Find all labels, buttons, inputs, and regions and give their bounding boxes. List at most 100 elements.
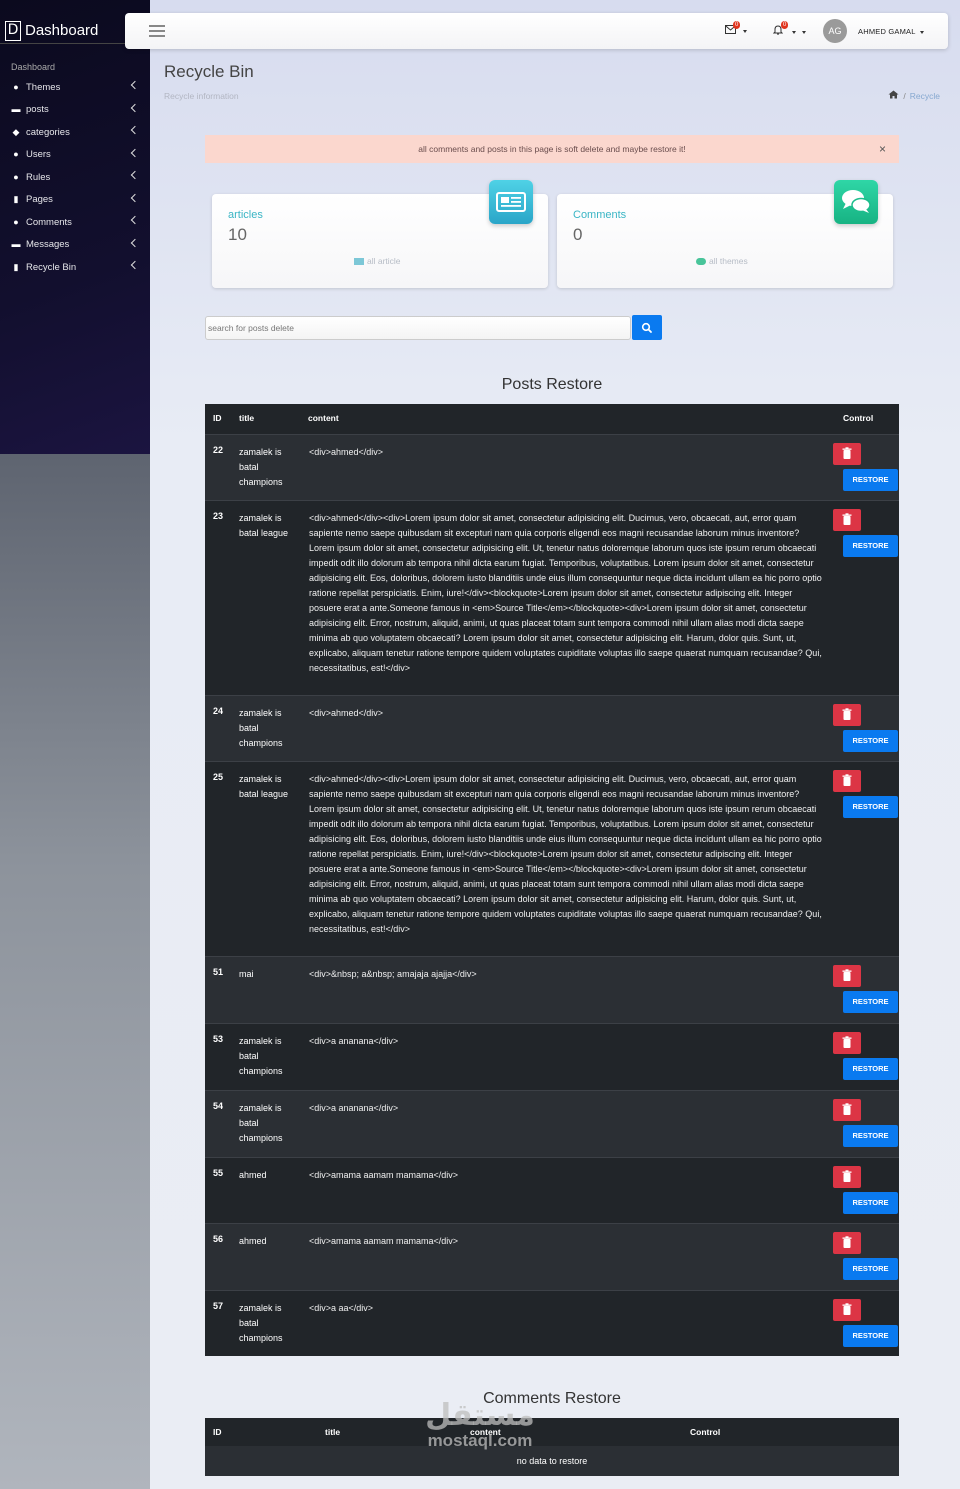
brand[interactable]: D Dashboard (0, 0, 144, 44)
sidebar-item-label: Themes (26, 81, 61, 93)
sidebar-item-themes[interactable]: ● Themes (0, 76, 150, 99)
trash-icon (842, 447, 852, 459)
comments-restore-title: Comments Restore (483, 1390, 621, 1407)
sidebar-item-label: Messages (26, 239, 70, 251)
sidebar-item-label: Comments (26, 216, 72, 228)
user-menu[interactable]: AHMED GAMAL (858, 27, 924, 36)
chevron-left-icon (130, 238, 140, 247)
delete-button[interactable] (833, 704, 861, 726)
mail-dropdown[interactable]: 0 (725, 21, 748, 37)
sidebar-item-label: categories (26, 126, 70, 138)
row-content: <div>amama aamam mamama</div> (309, 1236, 459, 1246)
trash-icon: ▮ (13, 261, 19, 272)
sidebar-item-pages[interactable]: ▮ Pages (0, 189, 150, 212)
row-title: zamalek is batal champions (239, 1036, 283, 1076)
restore-button[interactable]: RESTORE (843, 1192, 898, 1214)
trash-icon (842, 774, 852, 786)
delete-button[interactable] (833, 1032, 861, 1054)
search-button[interactable] (632, 315, 662, 340)
restore-button[interactable]: RESTORE (843, 796, 898, 818)
comments-footer-label: all themes (709, 256, 748, 266)
chevron-left-icon (130, 80, 140, 90)
restore-button[interactable]: RESTORE (843, 991, 898, 1013)
sidebar-item-messages[interactable]: ▬ Messages (0, 234, 150, 257)
user-name: AHMED GAMAL (858, 27, 916, 36)
trash-icon (842, 969, 852, 981)
restore-button[interactable]: RESTORE (843, 1058, 898, 1080)
table-row: 53 zamalek is batal champions <div>a anana… (205, 1023, 899, 1090)
row-id: 53 (213, 1034, 224, 1044)
row-title: zamalek is batal champions (239, 1103, 283, 1143)
breadcrumb-current[interactable]: Recycle (910, 91, 940, 101)
sidebar-item-label: posts (26, 104, 49, 116)
delete-button[interactable] (833, 965, 861, 987)
alert-message: all comments and posts in this page is s… (418, 144, 686, 154)
articles-footer-label: all article (367, 256, 401, 266)
articles-card-title: articles (228, 209, 263, 221)
sidebar-item-posts[interactable]: ▬ posts (0, 99, 150, 122)
row-id: 51 (213, 967, 224, 977)
page-subtitle: Recycle information (164, 91, 239, 101)
menu-toggle-icon[interactable] (149, 25, 165, 37)
posts-restore-title: Posts Restore (501, 376, 603, 393)
user-avatar[interactable]: AG (823, 19, 847, 43)
sidebar-item-comments[interactable]: ● Comments (0, 211, 150, 234)
table-row: 54 zamalek is batal champions <div>a anana… (205, 1090, 899, 1157)
delete-button[interactable] (833, 1099, 861, 1121)
row-title: zamalek is batal league (239, 774, 289, 799)
brand-logo: D (5, 20, 21, 41)
restore-button[interactable]: RESTORE (843, 469, 898, 491)
sidebar-item-recycle-bin[interactable]: ▮ Recycle Bin (0, 256, 150, 279)
sidebar-item-categories[interactable]: ◆ categories (0, 121, 150, 144)
file-icon: ▮ (13, 194, 19, 205)
restore-button[interactable]: RESTORE (843, 1125, 898, 1147)
delete-button[interactable] (833, 509, 861, 531)
trash-icon (842, 708, 852, 720)
row-id: 55 (213, 1168, 224, 1178)
row-id: 24 (213, 706, 224, 716)
table-row: 23 zamalek is batal league <div>ahmed</div… (205, 500, 899, 695)
empty-state: no data to restore (205, 1446, 899, 1476)
notifications-dropdown[interactable]: 0 (772, 21, 807, 38)
sidebar-item-users[interactable]: ● Users (0, 144, 150, 167)
page-title: Recycle Bin (164, 62, 254, 81)
delete-button[interactable] (833, 443, 861, 465)
delete-button[interactable] (833, 1299, 861, 1321)
trash-icon (842, 513, 852, 525)
comments-card-footer[interactable]: all themes (696, 256, 748, 266)
home-icon[interactable] (888, 90, 899, 102)
chevron-left-icon (130, 103, 140, 112)
delete-button[interactable] (833, 770, 861, 792)
tags-icon: ◆ (12, 126, 20, 137)
sidebar-item-rules[interactable]: ● Rules (0, 166, 150, 189)
sidebar-lower-area (0, 454, 150, 1489)
row-content: <div>ahmed</div> (309, 708, 384, 718)
row-id: 23 (213, 511, 224, 521)
restore-button[interactable]: RESTORE (843, 535, 898, 557)
articles-card: articles 10 all article (212, 180, 548, 288)
articles-card-footer[interactable]: all article (354, 256, 401, 266)
trash-icon (842, 1103, 852, 1115)
row-title: zamalek is batal champions (239, 708, 283, 748)
sidebar-item-label: Pages (26, 194, 53, 206)
watermark-latin: mostaql.com (427, 1431, 533, 1450)
table-row: 56 ahmed <div>amama aamam mamama</div> REST… (205, 1223, 899, 1290)
table-header: ID title content Control (205, 1418, 899, 1446)
brand-name: Dashboard (25, 22, 99, 39)
restore-button[interactable]: RESTORE (843, 730, 898, 752)
column-header-id: ID (213, 1427, 222, 1437)
search-input[interactable] (205, 316, 631, 340)
table-row: 25 zamalek is batal league <div>ahmed</div… (205, 761, 899, 956)
delete-button[interactable] (833, 1166, 861, 1188)
notification-count-badge: 0 (781, 21, 789, 29)
sidebar-item-label: Rules (26, 171, 51, 183)
row-content: <div>ahmed</div><div>Lorem ipsum dolor s… (309, 774, 822, 934)
delete-button[interactable] (833, 1232, 861, 1254)
restore-button[interactable]: RESTORE (843, 1325, 898, 1347)
comments-icon: ● (13, 216, 19, 227)
column-header-control: Control (690, 1427, 721, 1437)
close-icon[interactable]: × (879, 135, 886, 163)
trash-icon (842, 1170, 852, 1182)
row-title: zamalek is batal champions (239, 447, 283, 487)
restore-button[interactable]: RESTORE (843, 1258, 898, 1280)
